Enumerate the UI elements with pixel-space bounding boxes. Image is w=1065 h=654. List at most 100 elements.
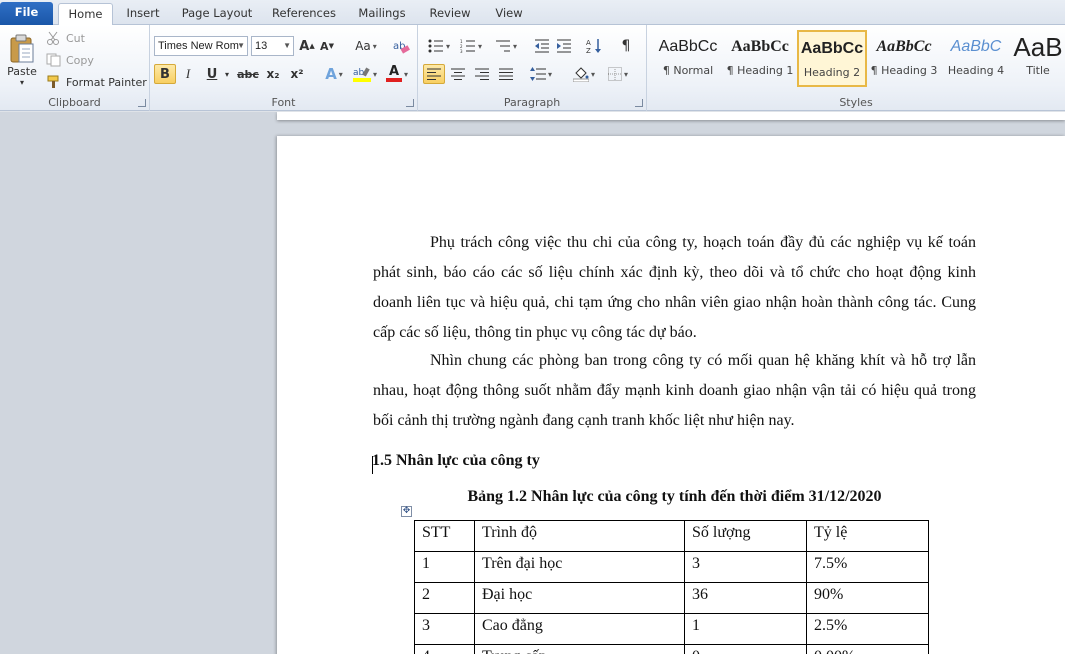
sort-button[interactable]: AZ <box>584 36 604 56</box>
table-cell[interactable]: 7.5% <box>806 551 929 583</box>
table-cell[interactable]: 2.5% <box>806 613 929 645</box>
table-cell[interactable]: Đại học <box>474 582 685 614</box>
table-cell[interactable]: 1 <box>414 551 475 583</box>
align-right-button[interactable] <box>471 64 493 84</box>
section-heading[interactable]: 1.5 Nhân lực của công ty <box>372 452 540 470</box>
style-normal[interactable]: AaBbCc ¶ Normal <box>653 30 723 87</box>
shrink-font-icon: A <box>320 39 329 53</box>
underline-dropdown-icon[interactable]: ▾ <box>222 64 232 84</box>
font-size-combo[interactable]: 13 ▼ <box>251 36 294 56</box>
font-dialog-launcher[interactable] <box>406 99 414 107</box>
font-family-value: Times New Rom <box>158 40 239 52</box>
chevron-down-icon[interactable]: ▼ <box>237 37 245 55</box>
cut-label: Cut <box>66 31 85 45</box>
justify-icon <box>499 68 513 80</box>
paint-bucket-icon <box>572 67 589 82</box>
table-cell[interactable]: 1 <box>684 613 807 645</box>
table-cell[interactable]: 2 <box>414 582 475 614</box>
shading-button[interactable] <box>568 64 600 84</box>
font-color-icon: A <box>385 65 402 82</box>
paste-dropdown-icon[interactable]: ▾ <box>20 78 24 87</box>
strikethrough-button[interactable]: abc <box>236 64 260 84</box>
bold-button[interactable]: B <box>154 64 176 84</box>
paste-button[interactable]: Paste ▾ <box>4 29 40 91</box>
align-center-button[interactable] <box>447 64 469 84</box>
justify-button[interactable] <box>495 64 517 84</box>
increase-indent-button[interactable] <box>554 36 574 56</box>
align-right-icon <box>475 68 489 80</box>
clipboard-dialog-launcher[interactable] <box>138 99 146 107</box>
paste-icon <box>10 34 34 63</box>
tab-file[interactable]: File <box>0 2 53 25</box>
table-row: 3 Cao đẳng 1 2.5% <box>414 613 929 645</box>
table-cell[interactable]: Cao đẳng <box>474 613 685 645</box>
italic-button[interactable]: I <box>178 64 198 84</box>
text-effects-button[interactable]: A <box>320 64 348 84</box>
tab-view[interactable]: View <box>486 3 532 25</box>
superscript-button[interactable]: x² <box>286 64 308 84</box>
table-caption[interactable]: Bảng 1.2 Nhân lực của công ty tính đến t… <box>373 488 976 506</box>
show-formatting-marks-button[interactable]: ¶ <box>616 36 636 56</box>
font-family-combo[interactable]: Times New Rom ▼ <box>154 36 248 56</box>
underline-button[interactable]: U <box>202 64 222 84</box>
table-cell[interactable]: 3 <box>684 551 807 583</box>
style-heading-4-preview: AaBbC <box>950 38 1002 55</box>
subscript-button[interactable]: x₂ <box>262 64 284 84</box>
style-title[interactable]: AaB Title <box>1011 30 1065 87</box>
style-heading-2[interactable]: AaBbCc Heading 2 <box>797 30 867 87</box>
table-cell[interactable]: 0 <box>684 644 807 654</box>
copy-button[interactable]: Copy <box>46 50 94 70</box>
styles-group: AaBbCc ¶ Normal AaBbCc ¶ Heading 1 AaBbC… <box>647 25 1065 111</box>
chevron-down-icon[interactable]: ▼ <box>283 37 291 55</box>
multilevel-list-button[interactable] <box>490 36 522 56</box>
style-heading-3[interactable]: AaBbCc ¶ Heading 3 <box>869 30 939 87</box>
style-heading-3-label: ¶ Heading 3 <box>870 64 938 77</box>
paragraph-group: 123 AZ ¶ <box>418 25 647 111</box>
table-header-cell[interactable]: Tỷ lệ <box>806 520 929 552</box>
cut-button[interactable]: Cut <box>46 28 85 48</box>
borders-button[interactable] <box>602 64 634 84</box>
style-heading-1[interactable]: AaBbCc ¶ Heading 1 <box>725 30 795 87</box>
table-cell[interactable]: 4 <box>414 644 475 654</box>
table-move-handle-icon[interactable]: ✥ <box>401 506 412 517</box>
table-header-cell[interactable]: STT <box>414 520 475 552</box>
shrink-font-button[interactable]: A ▼ <box>318 36 336 56</box>
change-case-button[interactable]: Aa <box>352 36 380 56</box>
align-left-button[interactable] <box>423 64 445 84</box>
staff-table[interactable]: STT Trình độ Số lượng Tỷ lệ 1 Trên đại h… <box>414 520 929 654</box>
paragraph-dialog-launcher[interactable] <box>635 99 643 107</box>
table-header-cell[interactable]: Số lượng <box>684 520 807 552</box>
bullets-button[interactable] <box>424 36 454 56</box>
paintbrush-icon <box>47 75 59 88</box>
highlighter-icon: ab <box>352 67 371 82</box>
table-cell[interactable]: 36 <box>684 582 807 614</box>
tab-review[interactable]: Review <box>422 3 478 25</box>
format-painter-button[interactable]: Format Painter <box>46 72 147 92</box>
style-heading-4[interactable]: AaBbC Heading 4 <box>941 30 1011 87</box>
paragraph-accounting[interactable]: Phụ trách công việc thu chi của công ty,… <box>373 228 976 348</box>
style-title-preview: AaB <box>1013 32 1063 62</box>
tab-mailings[interactable]: Mailings <box>350 3 414 25</box>
text-effects-icon: A <box>325 65 337 83</box>
highlight-button[interactable]: ab <box>350 64 380 84</box>
table-cell[interactable]: 3 <box>414 613 475 645</box>
table-header-cell[interactable]: Trình độ <box>474 520 685 552</box>
line-spacing-button[interactable] <box>526 64 556 84</box>
paragraph-accounting-text: Phụ trách công việc thu chi của công ty,… <box>373 234 976 341</box>
decrease-indent-button[interactable] <box>532 36 552 56</box>
table-cell[interactable]: 90% <box>806 582 929 614</box>
paragraph-summary[interactable]: Nhìn chung các phòng ban trong công ty c… <box>373 346 976 436</box>
tab-insert[interactable]: Insert <box>118 3 168 25</box>
font-color-button[interactable]: A <box>382 64 412 84</box>
tab-references[interactable]: References <box>266 3 342 25</box>
table-cell[interactable]: 0.00% <box>806 644 929 654</box>
tab-home[interactable]: Home <box>58 3 113 26</box>
numbering-button[interactable]: 123 <box>456 36 486 56</box>
tab-page-layout[interactable]: Page Layout <box>176 3 258 25</box>
table-cell[interactable]: Trung cấp <box>474 644 685 654</box>
grow-font-button[interactable]: A ▲ <box>298 36 316 56</box>
document-area[interactable]: Phụ trách công việc thu chi của công ty,… <box>0 112 1065 654</box>
clear-formatting-button[interactable]: ab <box>391 36 411 56</box>
document-page[interactable]: Phụ trách công việc thu chi của công ty,… <box>277 136 1065 654</box>
table-cell[interactable]: Trên đại học <box>474 551 685 583</box>
